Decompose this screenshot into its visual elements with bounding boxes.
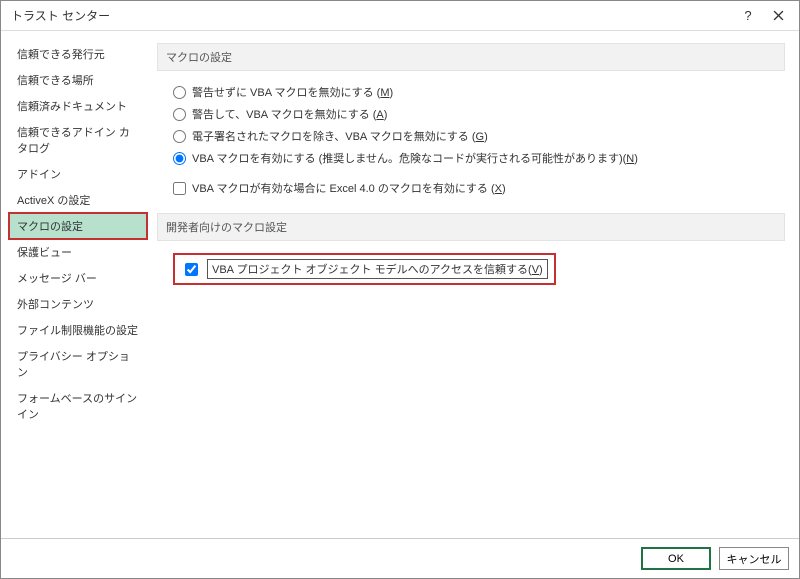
macro-radio-option-3[interactable]: VBA マクロを有効にする (推奨しません。危険なコードが実行される可能性があり…: [173, 147, 777, 169]
sidebar-item-2[interactable]: 信頼済みドキュメント: [9, 93, 147, 119]
macro-radio-option-2[interactable]: 電子署名されたマクロを除き、VBA マクロを無効にする (G): [173, 125, 777, 147]
macro-radio-2[interactable]: [173, 130, 186, 143]
window-title: トラスト センター: [11, 7, 733, 24]
dialog-footer: OK キャンセル: [1, 538, 799, 578]
enable-excel4-option[interactable]: VBA マクロが有効な場合に Excel 4.0 のマクロを有効にする (X): [173, 177, 777, 199]
enable-excel4-checkbox[interactable]: [173, 182, 186, 195]
dialog-body: 信頼できる発行元信頼できる場所信頼済みドキュメント信頼できるアドイン カタログア…: [1, 31, 799, 538]
macro-radio-label-1: 警告して、VBA マクロを無効にする (A): [192, 106, 387, 122]
macro-settings-body: 警告せずに VBA マクロを無効にする (M) 警告して、VBA マクロを無効にす…: [157, 71, 785, 177]
sidebar-item-9[interactable]: 外部コンテンツ: [9, 291, 147, 317]
macro-radio-1[interactable]: [173, 108, 186, 121]
macro-radio-3[interactable]: [173, 152, 186, 165]
sidebar-item-11[interactable]: プライバシー オプション: [9, 343, 147, 385]
macro-radio-option-1[interactable]: 警告して、VBA マクロを無効にする (A): [173, 103, 777, 125]
enable-excel4-label: VBA マクロが有効な場合に Excel 4.0 のマクロを有効にする (X): [192, 180, 506, 196]
developer-settings-header: 開発者向けのマクロ設定: [157, 213, 785, 241]
category-sidebar: 信頼できる発行元信頼できる場所信頼済みドキュメント信頼できるアドイン カタログア…: [9, 37, 147, 538]
sidebar-item-3[interactable]: 信頼できるアドイン カタログ: [9, 119, 147, 161]
sidebar-item-5[interactable]: ActiveX の設定: [9, 187, 147, 213]
macro-radio-label-2: 電子署名されたマクロを除き、VBA マクロを無効にする (G): [192, 128, 488, 144]
macro-radio-label-3: VBA マクロを有効にする (推奨しません。危険なコードが実行される可能性があり…: [192, 150, 638, 166]
close-button[interactable]: [763, 1, 793, 31]
sidebar-item-4[interactable]: アドイン: [9, 161, 147, 187]
macro-radio-label-0: 警告せずに VBA マクロを無効にする (M): [192, 84, 393, 100]
trust-vba-highlight: VBA プロジェクト オブジェクト モデルへのアクセスを信頼する(V): [173, 253, 556, 285]
trust-vba-checkbox[interactable]: [185, 263, 198, 276]
ok-button[interactable]: OK: [641, 547, 711, 570]
sidebar-item-6[interactable]: マクロの設定: [9, 213, 147, 239]
close-icon: [773, 10, 784, 21]
help-button[interactable]: ?: [733, 1, 763, 31]
cancel-button[interactable]: キャンセル: [719, 547, 789, 570]
sidebar-item-12[interactable]: フォームベースのサインイン: [9, 385, 147, 427]
sidebar-item-7[interactable]: 保護ビュー: [9, 239, 147, 265]
macro-radio-0[interactable]: [173, 86, 186, 99]
sidebar-item-1[interactable]: 信頼できる場所: [9, 67, 147, 93]
sidebar-item-0[interactable]: 信頼できる発行元: [9, 41, 147, 67]
macro-settings-header: マクロの設定: [157, 43, 785, 71]
sidebar-item-8[interactable]: メッセージ バー: [9, 265, 147, 291]
sidebar-item-10[interactable]: ファイル制限機能の設定: [9, 317, 147, 343]
macro-radio-option-0[interactable]: 警告せずに VBA マクロを無効にする (M): [173, 81, 777, 103]
titlebar: トラスト センター ?: [1, 1, 799, 31]
content-panel: マクロの設定 警告せずに VBA マクロを無効にする (M) 警告して、VBA マ…: [147, 37, 791, 538]
trust-center-window: トラスト センター ? 信頼できる発行元信頼できる場所信頼済みドキュメント信頼で…: [0, 0, 800, 579]
trust-vba-label[interactable]: VBA プロジェクト オブジェクト モデルへのアクセスを信頼する(V): [207, 259, 548, 279]
